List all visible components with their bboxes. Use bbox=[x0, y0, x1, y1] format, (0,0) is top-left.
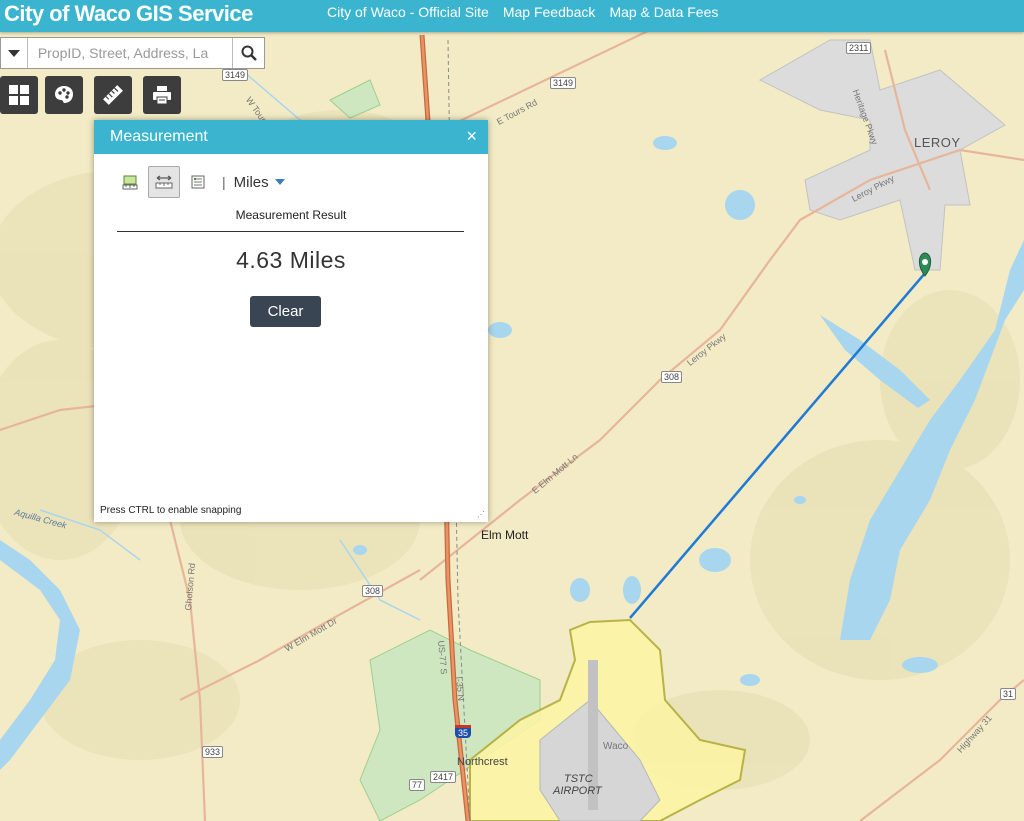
close-icon[interactable]: × bbox=[466, 127, 477, 145]
unit-dropdown-label[interactable]: Miles bbox=[234, 174, 269, 191]
app-header: City of Waco GIS Service City of Waco - … bbox=[0, 0, 1024, 32]
search-source-dropdown[interactable] bbox=[1, 38, 28, 68]
measurement-panel: Measurement × | Miles Measurement Result… bbox=[94, 120, 488, 522]
interstate-shield: 35 bbox=[455, 725, 472, 738]
location-icon bbox=[191, 175, 205, 189]
result-value: 4.63 Miles bbox=[236, 247, 346, 273]
search-icon bbox=[241, 45, 257, 61]
search-bar bbox=[0, 37, 265, 69]
printer-icon bbox=[153, 86, 171, 105]
distance-icon bbox=[155, 175, 173, 189]
road-shield: 31 bbox=[1000, 688, 1017, 700]
search-input[interactable] bbox=[27, 38, 233, 68]
road-shield: 77 bbox=[409, 779, 426, 791]
grid-icon bbox=[9, 85, 29, 105]
divider bbox=[117, 231, 464, 232]
layer-list-button[interactable] bbox=[45, 76, 83, 114]
map-label-elm-mott: Elm Mott bbox=[481, 528, 529, 542]
road-shield: 308 bbox=[661, 371, 683, 383]
tool-separator: | bbox=[222, 174, 226, 190]
chevron-down-icon[interactable] bbox=[274, 179, 285, 185]
location-tool-button[interactable] bbox=[182, 166, 214, 198]
panel-title: Measurement bbox=[110, 128, 208, 145]
snapping-hint: Press CTRL to enable snapping bbox=[100, 505, 242, 516]
panel-header: Measurement × bbox=[94, 120, 488, 154]
area-icon bbox=[122, 175, 138, 190]
result-label: Measurement Result bbox=[235, 208, 347, 222]
clear-button[interactable]: Clear bbox=[250, 296, 321, 327]
caret-down-icon bbox=[7, 49, 20, 57]
map-label-airport: AIRPORT bbox=[553, 785, 602, 797]
resize-handle-icon[interactable]: ⋰ bbox=[477, 510, 485, 519]
measurement-button[interactable] bbox=[94, 76, 132, 114]
road-shield: 3149 bbox=[550, 77, 577, 89]
area-tool-button[interactable] bbox=[114, 166, 146, 198]
link-map-feedback[interactable]: Map Feedback bbox=[503, 4, 596, 20]
map-label-tstc: TSTC bbox=[564, 773, 593, 785]
header-links: City of Waco - Official Site Map Feedbac… bbox=[320, 4, 725, 20]
palette-icon bbox=[55, 86, 73, 103]
basemap-gallery-button[interactable] bbox=[0, 76, 38, 114]
road-shield: 2417 bbox=[430, 771, 457, 783]
map-label-northcrest: Northcrest bbox=[457, 756, 508, 768]
print-button[interactable] bbox=[143, 76, 181, 114]
ruler-icon bbox=[103, 85, 123, 105]
app-title: City of Waco GIS Service bbox=[4, 1, 253, 26]
road-shield: 2311 bbox=[846, 42, 872, 54]
link-official-site[interactable]: City of Waco - Official Site bbox=[327, 4, 489, 20]
link-map-data-fees[interactable]: Map & Data Fees bbox=[609, 4, 718, 20]
road-shield: 933 bbox=[202, 746, 224, 758]
search-button[interactable] bbox=[232, 38, 264, 68]
road-shield: 3149 bbox=[222, 69, 249, 81]
measurement-tools: | Miles bbox=[114, 166, 285, 198]
map-label-waco: Waco bbox=[603, 741, 629, 752]
road-label-i-35: I-35 N bbox=[454, 676, 467, 702]
road-shield: 308 bbox=[362, 585, 384, 597]
distance-tool-button[interactable] bbox=[148, 166, 180, 198]
map-label-leroy: LEROY bbox=[914, 135, 961, 150]
